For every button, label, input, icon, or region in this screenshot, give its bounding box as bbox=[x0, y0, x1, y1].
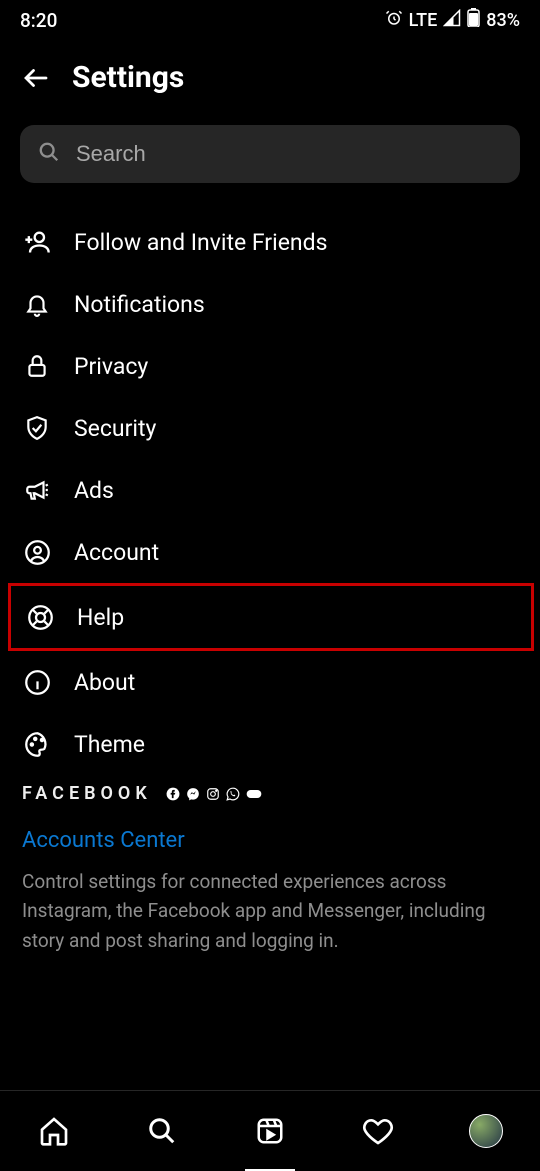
header: Settings bbox=[0, 40, 540, 125]
bell-icon bbox=[22, 289, 52, 319]
person-add-icon bbox=[22, 227, 52, 257]
menu-item-label: About bbox=[74, 669, 135, 696]
brand-icons bbox=[166, 787, 262, 801]
alarm-icon bbox=[385, 9, 403, 32]
nav-home[interactable] bbox=[37, 1114, 71, 1148]
status-time: 8:20 bbox=[20, 9, 57, 32]
info-icon bbox=[22, 667, 52, 697]
search-input[interactable] bbox=[76, 141, 502, 167]
menu-item-about[interactable]: About bbox=[0, 651, 540, 713]
oculus-icon bbox=[246, 789, 262, 799]
megaphone-icon bbox=[22, 475, 52, 505]
facebook-icon bbox=[166, 787, 180, 801]
menu-item-label: Account bbox=[74, 539, 159, 566]
brand-row: FACEBOOK bbox=[22, 783, 518, 804]
signal-icon bbox=[443, 9, 461, 32]
network-label: LTE bbox=[409, 10, 438, 31]
menu-item-label: Ads bbox=[74, 477, 114, 504]
menu-item-security[interactable]: Security bbox=[0, 397, 540, 459]
battery-icon bbox=[467, 8, 480, 32]
facebook-label: FACEBOOK bbox=[22, 783, 152, 804]
page-title: Settings bbox=[72, 60, 184, 95]
lifebuoy-icon bbox=[25, 602, 55, 632]
accounts-center-link[interactable]: Accounts Center bbox=[22, 828, 518, 853]
avatar bbox=[469, 1114, 503, 1148]
menu-item-account[interactable]: Account bbox=[0, 521, 540, 583]
menu-item-label: Theme bbox=[74, 731, 145, 758]
menu-item-label: Follow and Invite Friends bbox=[74, 229, 327, 256]
menu-item-label: Notifications bbox=[74, 291, 205, 318]
whatsapp-icon bbox=[226, 787, 240, 801]
back-button[interactable] bbox=[20, 62, 52, 94]
instagram-icon bbox=[206, 787, 220, 801]
menu-item-label: Security bbox=[74, 415, 156, 442]
menu-item-ads[interactable]: Ads bbox=[0, 459, 540, 521]
settings-menu: Follow and Invite Friends Notifications … bbox=[0, 211, 540, 775]
nav-profile[interactable] bbox=[469, 1114, 503, 1148]
palette-icon bbox=[22, 729, 52, 759]
user-circle-icon bbox=[22, 537, 52, 567]
status-bar: 8:20 LTE 83% bbox=[0, 0, 540, 40]
status-right: LTE 83% bbox=[385, 8, 520, 32]
messenger-icon bbox=[186, 787, 200, 801]
battery-label: 83% bbox=[486, 10, 520, 31]
menu-item-help[interactable]: Help bbox=[8, 583, 534, 651]
accounts-center-description: Control settings for connected experienc… bbox=[22, 867, 518, 955]
menu-item-label: Privacy bbox=[74, 353, 148, 380]
bottom-nav bbox=[0, 1090, 540, 1170]
shield-icon bbox=[22, 413, 52, 443]
menu-item-label: Help bbox=[77, 604, 124, 631]
menu-item-notifications[interactable]: Notifications bbox=[0, 273, 540, 335]
nav-reels[interactable] bbox=[253, 1091, 287, 1171]
search-icon bbox=[38, 141, 60, 167]
menu-item-theme[interactable]: Theme bbox=[0, 713, 540, 775]
nav-activity[interactable] bbox=[361, 1114, 395, 1148]
menu-item-privacy[interactable]: Privacy bbox=[0, 335, 540, 397]
menu-item-follow-invite[interactable]: Follow and Invite Friends bbox=[0, 211, 540, 273]
nav-search[interactable] bbox=[145, 1114, 179, 1148]
lock-icon bbox=[22, 351, 52, 381]
search-bar[interactable] bbox=[20, 125, 520, 183]
